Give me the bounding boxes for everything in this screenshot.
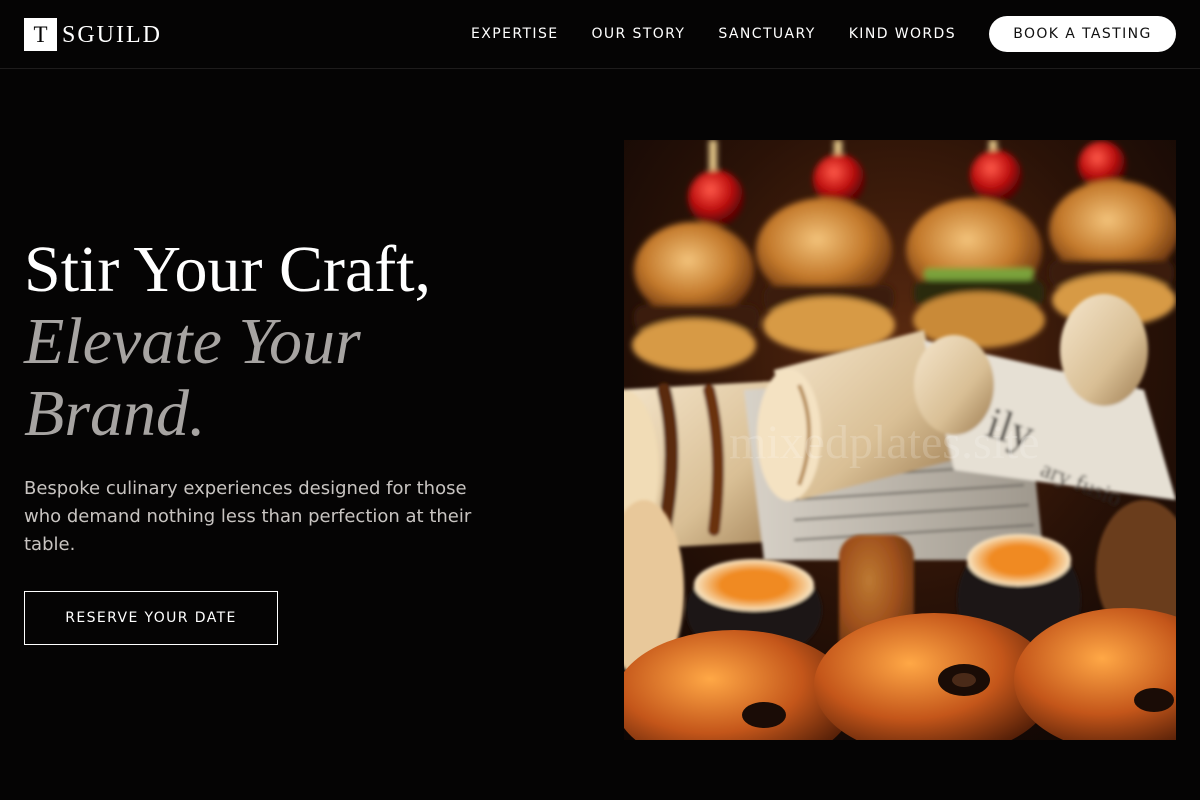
- photo-watermark: mixedplates.site: [729, 416, 1040, 469]
- nav-link-our-story[interactable]: OUR STORY: [591, 26, 685, 42]
- logo-mark: T: [24, 17, 57, 51]
- hero-description: Bespoke culinary experiences designed fo…: [24, 478, 472, 555]
- food-platter-illustration: ily ary fusio mixedplates.site: [624, 140, 1176, 740]
- site-header: T SGUILD EXPERTISE OUR STORY SANCTUARY K…: [0, 0, 1200, 69]
- reserve-date-button[interactable]: RESERVE YOUR DATE: [24, 591, 278, 645]
- nav-link-expertise[interactable]: EXPERTISE: [471, 26, 558, 42]
- nav-link-sanctuary[interactable]: SANCTUARY: [718, 26, 815, 42]
- headline-line-3: Brand.: [24, 377, 206, 450]
- headline-line-1: Stir Your Craft,: [24, 233, 432, 306]
- hero-headline: Stir Your Craft, Elevate Your Brand.: [24, 234, 584, 450]
- nav-link-kind-words[interactable]: KIND WORDS: [849, 26, 956, 42]
- headline-line-2: Elevate Your: [24, 305, 361, 378]
- brand-logo[interactable]: T SGUILD: [24, 17, 162, 51]
- logo-wordmark: SGUILD: [62, 21, 162, 48]
- book-tasting-button[interactable]: BOOK A TASTING: [989, 16, 1176, 52]
- main-nav: EXPERTISE OUR STORY SANCTUARY KIND WORDS…: [471, 16, 1176, 52]
- hero-food-photo: ily ary fusio mixedplates.site: [624, 140, 1176, 740]
